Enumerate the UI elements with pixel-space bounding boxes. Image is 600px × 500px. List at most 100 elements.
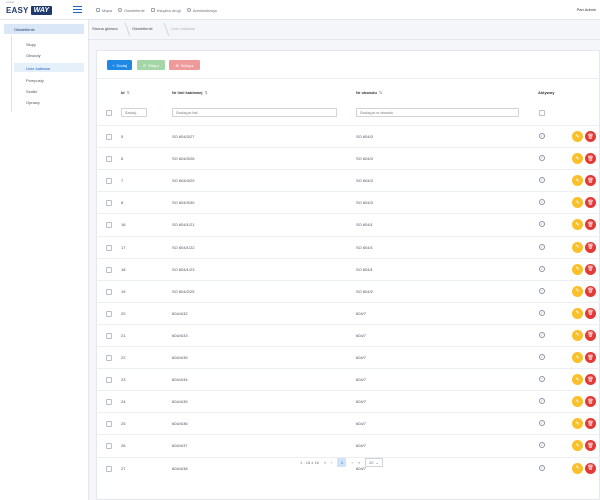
rows-per-page-select[interactable]: 20 ⌄	[365, 458, 383, 467]
edit-button[interactable]: ✎	[572, 352, 583, 363]
row-checkbox[interactable]	[106, 377, 112, 384]
table-row[interactable]: 8 SO 604/3/30 SO 604/3 ✓ ✎ 🗑	[96, 191, 600, 213]
table-row[interactable]: 18 SO 604/1/23 SO 604/1 ✓ ✎ 🗑	[96, 257, 600, 280]
edit-button[interactable]: ✎	[572, 329, 583, 341]
logo[interactable]: system EASY WAY	[6, 1, 53, 16]
active-filter-checkbox[interactable]	[539, 110, 545, 116]
row-checkbox[interactable]	[106, 399, 112, 406]
row-checkbox[interactable]	[106, 310, 112, 317]
pencil-icon: ✎	[575, 332, 580, 339]
delete-button[interactable]: 🗑	[585, 418, 596, 430]
delete-button[interactable]: 🗑	[585, 241, 596, 253]
table-row[interactable]: 6 SO 604/3/28 SO 604/3 ✓ ✎ 🗑	[96, 147, 600, 169]
row-checkbox[interactable]	[106, 178, 112, 185]
edit-button[interactable]: ✎	[572, 307, 583, 319]
table-row[interactable]: 26 604/4/37 604/7 ✓ ✎ 🗑	[96, 434, 600, 456]
table-row[interactable]: 23 604/4/34 604/7 ✓ ✎ 🗑	[96, 368, 600, 390]
table-row[interactable]: 21 604/4/33 604/7 ✓ ✎ 🗑	[96, 323, 600, 346]
breadcrumb-home[interactable]: Strona główna	[92, 26, 118, 31]
edit-button[interactable]: ✎	[572, 263, 583, 275]
row-checkbox[interactable]	[106, 222, 112, 229]
pencil-icon: ✎	[575, 199, 580, 206]
table-row[interactable]: 17 SO 604/1/22 SO 604/1 ✓ ✎ 🗑	[96, 235, 600, 258]
row-checkbox[interactable]	[106, 421, 112, 428]
edit-button[interactable]: ✎	[572, 285, 583, 297]
cable-line-filter-input[interactable]	[172, 108, 337, 117]
delete-button[interactable]: 🗑	[585, 175, 596, 187]
first-page-icon[interactable]: «	[324, 460, 326, 465]
circuit-filter-input[interactable]	[356, 108, 519, 117]
row-checkbox[interactable]	[106, 465, 112, 472]
prev-page-icon[interactable]: ‹	[331, 460, 332, 465]
nav-lighting[interactable]: Oświetlenie	[118, 8, 145, 13]
edit-button[interactable]: ✎	[572, 131, 583, 142]
add-button[interactable]: + Dodaj	[107, 60, 132, 70]
delete-button[interactable]: 🗑	[585, 153, 596, 165]
delete-button[interactable]: 🗑	[585, 197, 596, 209]
id-filter-input[interactable]	[121, 108, 147, 117]
edit-button[interactable]: ✎	[572, 197, 583, 209]
sidebar-item-fixtures[interactable]: Oprawy	[14, 97, 84, 106]
next-page-icon[interactable]: ›	[351, 460, 352, 465]
table-row[interactable]: 24 604/4/35 604/7 ✓ ✎ 🗑	[96, 390, 600, 412]
delete-button[interactable]: 🗑	[585, 329, 596, 341]
delete-button[interactable]: 🗑	[585, 263, 596, 275]
sidebar-section-lighting[interactable]: Oświetlenie	[4, 24, 84, 34]
row-checkbox[interactable]	[106, 244, 112, 251]
delete-button[interactable]: 🗑	[585, 396, 596, 408]
column-header-circuit[interactable]: Nr obwodu ⇅	[356, 90, 382, 95]
edit-button[interactable]: ✎	[572, 175, 583, 187]
table-row[interactable]: 7 SO 604/3/29 SO 604/3 ✓ ✎ 🗑	[96, 169, 600, 191]
delete-button[interactable]: 🗑	[585, 307, 596, 319]
table-row[interactable]: 5 SO 604/3/27 SO 604/3 ✓ ✎ 🗑	[96, 125, 600, 147]
table-row[interactable]: 25 604/4/36 604/7 ✓ ✎ 🗑	[96, 412, 600, 434]
edit-button[interactable]: ✎	[572, 374, 583, 386]
edit-button[interactable]: ✎	[572, 462, 583, 474]
nav-road-book[interactable]: Książka drogi	[150, 8, 181, 13]
row-checkbox[interactable]	[106, 288, 112, 295]
enable-button[interactable]: ⊙ Włącz	[137, 60, 165, 70]
table-row[interactable]: 16 SO 604/1/21 SO 604/1 ✓ ✎ 🗑	[96, 213, 600, 235]
row-checkbox[interactable]	[106, 332, 112, 339]
column-header-cable-line[interactable]: Nr linii kablowej ⇅	[172, 90, 208, 95]
delete-button[interactable]: 🗑	[585, 374, 596, 386]
table-row[interactable]: 22 604/4/35 604/7 ✓ ✎ 🗑	[96, 346, 600, 368]
sidebar-item-cable-lines[interactable]: Linie kablowe	[14, 63, 84, 72]
row-checkbox[interactable]	[106, 156, 112, 163]
trash-icon: 🗑	[587, 310, 594, 317]
delete-button[interactable]: 🗑	[585, 462, 596, 474]
select-all-checkbox[interactable]	[106, 110, 112, 116]
breadcrumb-lighting[interactable]: Oświetlenie	[132, 26, 153, 31]
delete-button[interactable]: 🗑	[585, 440, 596, 452]
row-checkbox[interactable]	[106, 443, 112, 450]
delete-button[interactable]: 🗑	[585, 219, 596, 231]
edit-button[interactable]: ✎	[572, 241, 583, 253]
sidebar-item-poles[interactable]: Słupy	[14, 39, 84, 48]
page-button[interactable]: 1	[337, 458, 347, 467]
table-row[interactable]: 19 SO 604/2/25 SO 604/2 ✓ ✎ 🗑	[96, 279, 600, 302]
row-checkbox[interactable]	[106, 355, 112, 361]
delete-button[interactable]: 🗑	[585, 352, 596, 363]
delete-button[interactable]: 🗑	[585, 131, 596, 142]
breadcrumb: Strona główna Oświetlenie Linie kablowe	[89, 20, 600, 40]
edit-button[interactable]: ✎	[572, 153, 583, 165]
table-row[interactable]: 20 604/4/32 604/7 ✓ ✎ 🗑	[96, 301, 600, 324]
sidebar-item-cabinets[interactable]: Szafki	[14, 86, 84, 95]
last-page-icon[interactable]: »	[358, 460, 360, 465]
edit-button[interactable]: ✎	[572, 418, 583, 430]
row-checkbox[interactable]	[106, 200, 112, 207]
edit-button[interactable]: ✎	[572, 440, 583, 452]
nav-map[interactable]: Mapa	[96, 8, 112, 13]
row-checkbox[interactable]	[106, 134, 112, 140]
user-menu[interactable]: Pan Admin	[577, 7, 596, 12]
sidebar-item-culverts[interactable]: Przepusty	[14, 75, 84, 84]
column-header-id[interactable]: Id ⇅	[121, 90, 130, 95]
edit-button[interactable]: ✎	[572, 396, 583, 408]
menu-toggle-icon[interactable]	[73, 6, 82, 13]
nav-administration[interactable]: Administracja	[186, 8, 217, 13]
delete-button[interactable]: 🗑	[585, 285, 596, 297]
edit-button[interactable]: ✎	[572, 219, 583, 231]
disable-button[interactable]: ⊗ Wyłącz	[169, 60, 200, 70]
row-checkbox[interactable]	[106, 266, 112, 273]
sidebar-item-circuits[interactable]: Obwody	[14, 50, 84, 59]
